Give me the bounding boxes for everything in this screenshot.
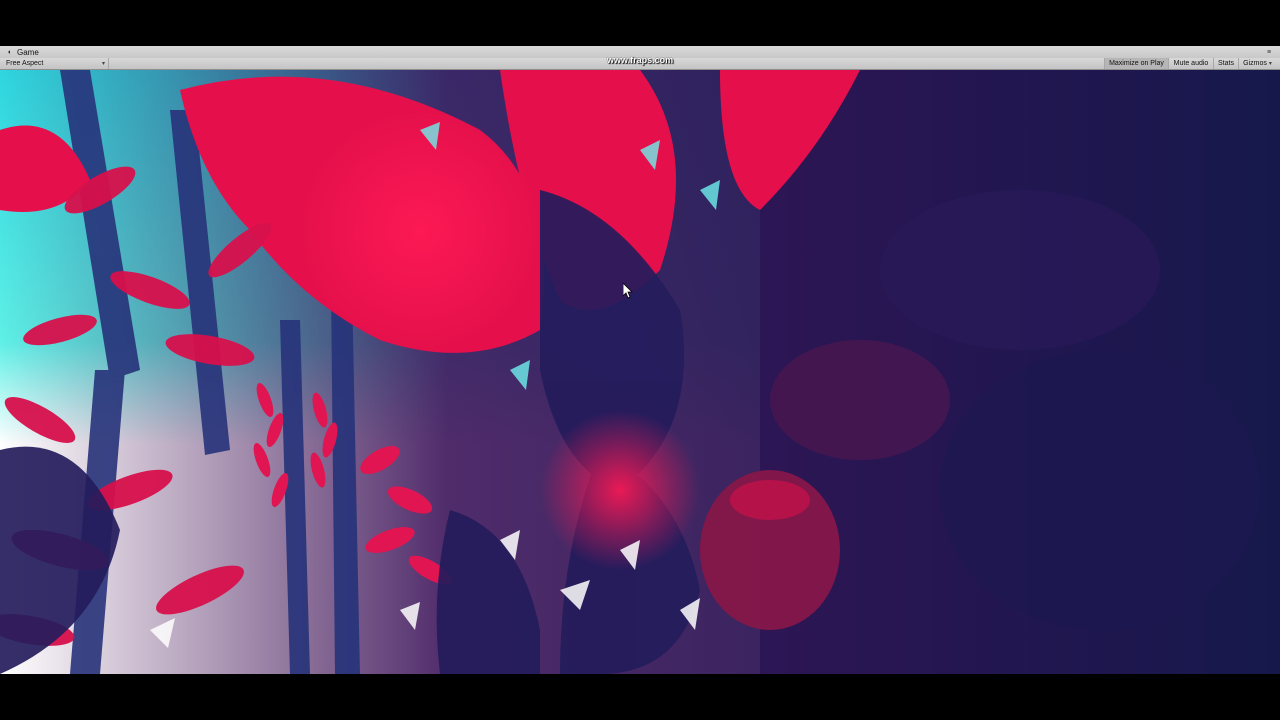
forest-scene [0,70,1280,674]
game-window: ◐ Game ≡ Free Aspect ▾ Maximize on Play … [0,46,1280,674]
fraps-watermark: www.fraps.com [606,55,674,65]
letterbox-bottom [0,674,1280,720]
game-viewport[interactable] [0,70,1280,674]
mouse-cursor-icon [623,283,633,299]
letterbox-top [0,0,1280,46]
red-glow-2 [540,410,700,570]
red-glow [300,110,540,350]
